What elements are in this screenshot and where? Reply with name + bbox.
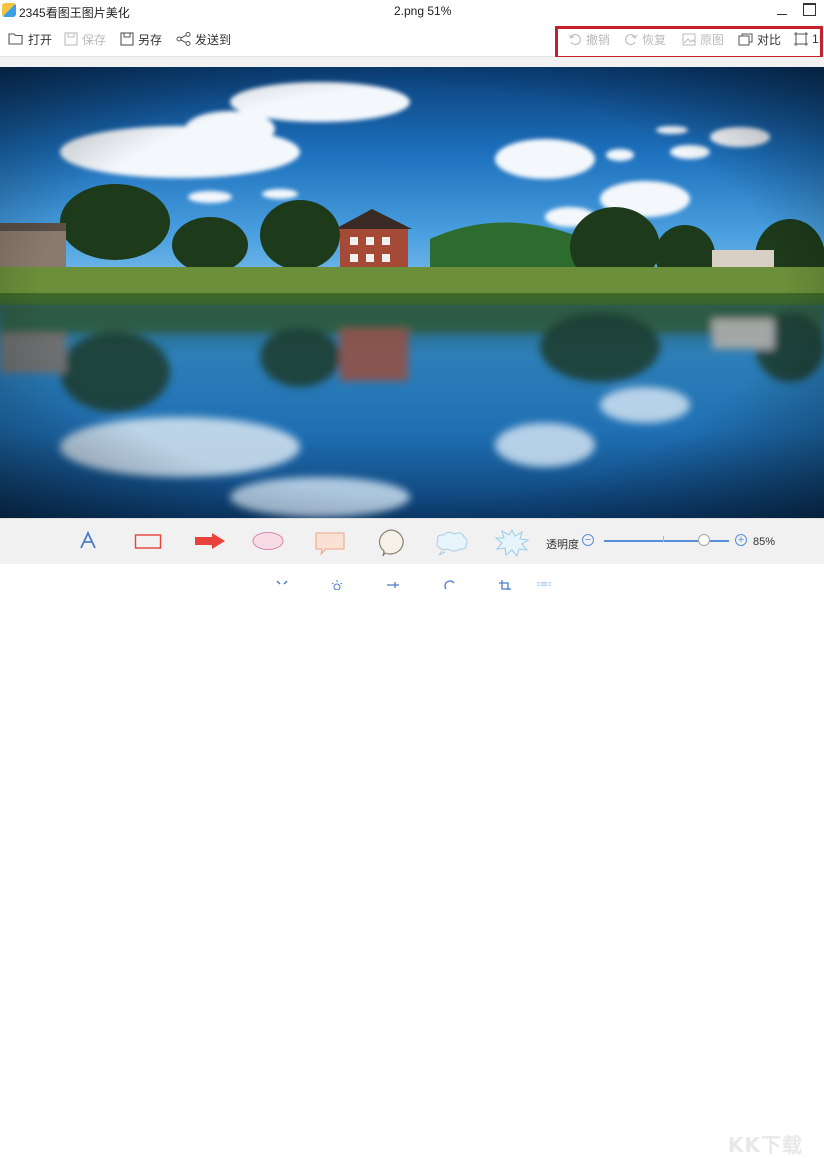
brightness-icon[interactable] <box>330 579 344 590</box>
open-button[interactable]: 打开 <box>8 31 52 47</box>
ellipse-icon <box>252 532 284 550</box>
image-canvas[interactable] <box>0 67 824 518</box>
cloud-callout-tool-button[interactable] <box>434 530 470 556</box>
open-label: 打开 <box>28 32 53 47</box>
save-as-icon <box>120 32 134 46</box>
annotate-tab-button[interactable] <box>537 578 551 589</box>
opacity-increase-button[interactable]: + <box>735 534 747 546</box>
opacity-slider-track[interactable] <box>604 540 729 542</box>
text-tool-button[interactable] <box>80 531 96 551</box>
maximize-icon[interactable] <box>803 3 816 16</box>
rectangle-icon <box>134 534 162 549</box>
send-to-label: 发送到 <box>195 32 232 47</box>
send-to-button[interactable]: 发送到 <box>176 31 231 47</box>
opacity-decrease-button[interactable]: − <box>582 534 594 546</box>
burst-callout-tool-button[interactable] <box>494 529 530 557</box>
ellipse-tool-button[interactable] <box>251 531 285 553</box>
opacity-value: 85% <box>753 536 776 548</box>
save-as-label: 另存 <box>138 32 163 47</box>
folder-open-icon <box>8 33 23 45</box>
round-callout-tool-button[interactable] <box>375 528 407 558</box>
cloud-callout-icon <box>436 531 468 556</box>
app-logo-icon <box>2 3 16 17</box>
callout-tool-button[interactable] <box>314 531 346 555</box>
crop-icon[interactable] <box>498 579 512 590</box>
photo-lake-landscape <box>0 67 824 518</box>
app-title: 2345看图王图片美化 <box>19 6 130 20</box>
highlight-box <box>555 26 823 59</box>
minus-icon: − <box>584 534 592 546</box>
arrow-tool-button[interactable] <box>194 532 226 550</box>
opacity-label: 透明度 <box>546 539 579 551</box>
round-callout-icon <box>378 529 404 557</box>
arrow-icon <box>195 533 225 549</box>
minimize-icon[interactable] <box>776 5 788 17</box>
rotate-icon[interactable] <box>443 579 457 590</box>
canvas-border <box>0 57 824 67</box>
opacity-slider-tick <box>663 536 664 542</box>
watermark-logo: KK下载 <box>728 1133 803 1157</box>
adjust-icon[interactable] <box>386 579 400 590</box>
annotation-toolbar: 透明度 − + 85% <box>0 518 824 565</box>
title-bar: 2345看图王图片美化 2.png 51% <box>0 0 824 22</box>
opacity-slider-thumb[interactable] <box>698 534 710 546</box>
letter-a-icon <box>80 531 96 549</box>
rectangle-tool-button[interactable] <box>134 532 162 550</box>
plus-icon: + <box>737 534 745 546</box>
callout-icon <box>315 532 345 555</box>
secondary-toolbar: KK下载 <box>0 564 824 1157</box>
save-label: 保存 <box>82 32 107 47</box>
save-icon <box>64 32 78 46</box>
share-icon <box>176 32 191 46</box>
file-title: 2.png 51% <box>394 4 452 18</box>
save-button[interactable]: 保存 <box>64 31 106 47</box>
save-as-button[interactable]: 另存 <box>120 31 162 47</box>
shrink-icon[interactable] <box>275 579 289 590</box>
burst-callout-icon <box>494 529 530 557</box>
